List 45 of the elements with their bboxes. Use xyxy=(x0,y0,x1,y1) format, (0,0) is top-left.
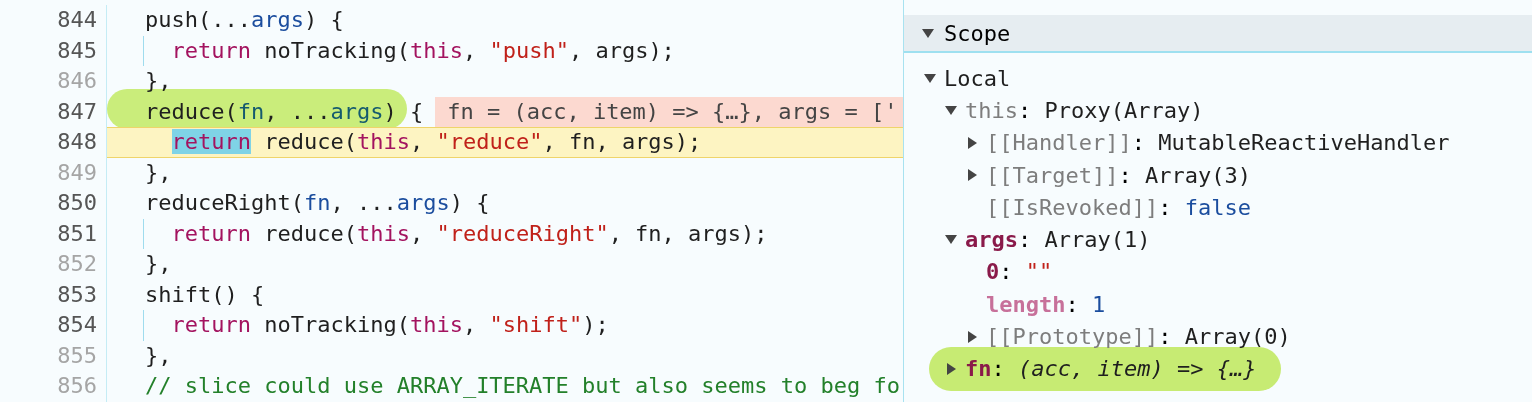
scope-entry[interactable]: [[Target]]: Array(3) xyxy=(986,162,1251,188)
triangle-right-icon[interactable] xyxy=(946,362,956,375)
scope-entry[interactable]: args: Array(1) xyxy=(965,227,1151,253)
scope-entry[interactable]: [[Prototype]]: Array(0) xyxy=(986,324,1291,349)
code-line: return reduce(this, "reduceRight", fn, args); xyxy=(171,219,768,248)
scope-entry[interactable]: 0: "" xyxy=(986,259,1053,285)
line-number: 846 xyxy=(0,66,107,97)
triangle-right-icon[interactable] xyxy=(967,136,977,149)
code-line: reduce(fn, ...args) { xyxy=(145,97,424,126)
line-number: 853 xyxy=(0,279,107,310)
code-line: }, xyxy=(145,250,172,278)
code-line: }, xyxy=(145,341,172,370)
triangle-right-icon[interactable] xyxy=(967,169,977,182)
line-number: 844 xyxy=(0,5,107,36)
code-line: return noTracking(this, "push", args); xyxy=(171,36,675,65)
triangle-down-icon[interactable] xyxy=(945,105,957,115)
inline-value: fn = (acc, item) => {…}, args = [' xyxy=(435,96,903,127)
code-line: push(...args) { xyxy=(145,6,344,34)
code-line: // slice could use ARRAY_ITERATE but also seems to beg fo xyxy=(145,372,900,400)
line-number: 855 xyxy=(0,340,107,371)
line-number: 850 xyxy=(0,188,107,219)
line-number: 847 xyxy=(0,96,107,127)
scope-entry[interactable]: length: 1 xyxy=(986,291,1106,317)
code-line: shift() { xyxy=(145,280,265,309)
triangle-down-icon[interactable] xyxy=(924,73,936,83)
code-line: }, xyxy=(145,67,172,95)
triangle-down-icon[interactable] xyxy=(922,28,934,38)
scope-entry[interactable]: Local xyxy=(944,65,1011,91)
line-number: 852 xyxy=(0,249,107,280)
line-number: 845 xyxy=(0,35,107,66)
line-number: 851 xyxy=(0,218,107,249)
line-number: 849 xyxy=(0,157,107,188)
code-line: reduceRight(fn, ...args) { xyxy=(145,189,490,217)
scope-entry[interactable]: fn: (acc, item) => {…} xyxy=(965,356,1257,382)
scope-entry[interactable]: [[IsRevoked]]: false xyxy=(986,194,1251,220)
line-number: 854 xyxy=(0,310,107,341)
scope-title: Scope xyxy=(944,20,1011,46)
code-line: return reduce(this, "reduce", fn, args); xyxy=(171,128,702,156)
scope-entry[interactable]: this: Proxy(Array) xyxy=(965,97,1204,123)
code-line: return noTracking(this, "shift"); xyxy=(171,311,609,339)
scope-header[interactable]: Scope xyxy=(904,15,1532,53)
line-number: 856 xyxy=(0,371,107,402)
code-line: }, xyxy=(145,158,172,187)
scope-entry[interactable]: [[Handler]]: MutableReactiveHandler xyxy=(986,130,1450,156)
triangle-down-icon[interactable] xyxy=(945,235,957,245)
